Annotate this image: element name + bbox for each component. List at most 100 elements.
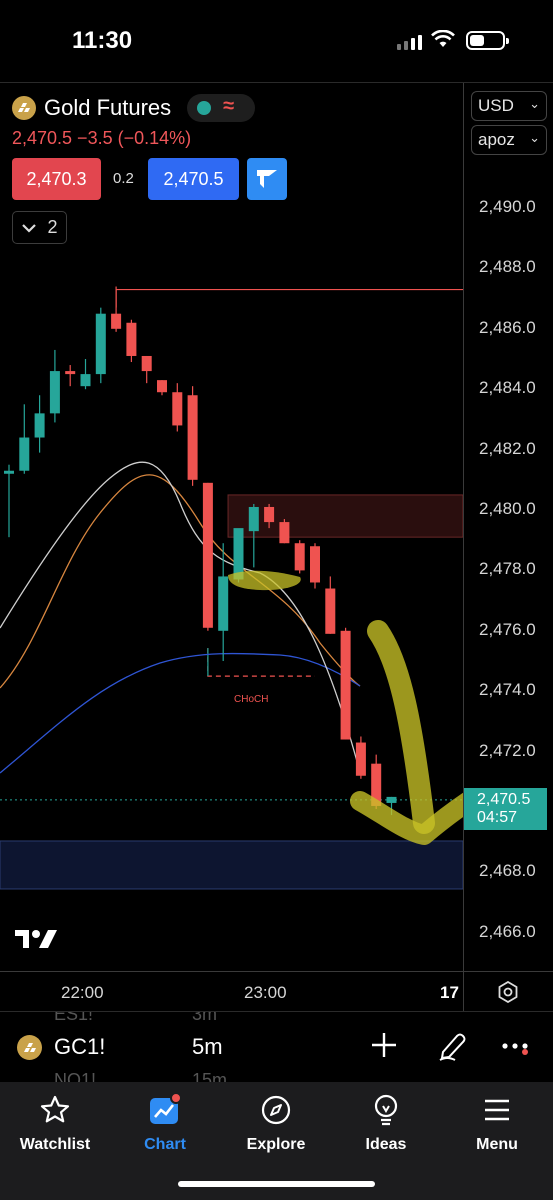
symbol-toolbar: ES1! 3m NQ1! 15m GC1! 5m (0, 1012, 553, 1082)
price-tick-label: 2,488.0 (479, 257, 536, 277)
nav-label: Menu (476, 1136, 518, 1153)
trade-panel-button[interactable] (247, 158, 287, 200)
indicators-collapse-button[interactable]: 2 (12, 211, 67, 244)
ghost-interval-below: 15m (192, 1070, 228, 1082)
arrow-shaft (367, 620, 435, 834)
price-tick-label: 2,486.0 (479, 317, 536, 337)
market-open-icon (197, 101, 212, 115)
chevron-down-icon: ⌄ (529, 130, 540, 145)
star-icon (40, 1095, 70, 1123)
choch-line (207, 648, 315, 677)
candle-body (126, 322, 137, 356)
sell-button[interactable]: 2,470.3 (12, 158, 101, 200)
candle-body (248, 506, 259, 532)
price-tick-label: 2,482.0 (479, 438, 536, 458)
nav-menu[interactable]: Menu (447, 1092, 547, 1154)
candle-body (386, 796, 397, 803)
price-tick-label: 2,478.0 (479, 559, 536, 579)
ema-blue (0, 652, 361, 774)
add-icon[interactable] (369, 1030, 399, 1060)
menu-icon (485, 1099, 509, 1121)
chevron-down-icon: ⌄ (529, 96, 540, 111)
price-tick-label: 2,466.0 (479, 921, 536, 941)
candle-body (34, 413, 45, 438)
symbol-price-change: 2,470.5 −3.5 (−0.14%) (12, 128, 192, 148)
highlight-scribble (228, 570, 301, 591)
nav-ideas[interactable]: Ideas (336, 1092, 436, 1154)
price-tick-label: 2,472.0 (479, 740, 536, 760)
candle-body (355, 742, 366, 776)
currency-value: USD (478, 96, 514, 115)
candle-body (264, 506, 275, 523)
status-bar: 11:30 (0, 0, 553, 82)
drawing-tool-icon[interactable] (437, 1030, 469, 1062)
symbol-selector[interactable]: GC1! (54, 1034, 105, 1060)
chart-pane[interactable]: CHoCH Gold Futures ≈ 2,470.5 −3.5 (−0.14… (0, 83, 463, 971)
nav-label: Ideas (365, 1136, 407, 1153)
nav-label: Explore (246, 1136, 306, 1153)
price-axis[interactable]: USD ⌄ apoz ⌄ 2,490.0 2,488.0 2,486.0 2,484.… (463, 83, 553, 971)
indicators-count: 2 (47, 217, 58, 237)
candle-body (202, 482, 213, 628)
candle-body (325, 588, 336, 634)
battery-icon (466, 31, 509, 50)
tradingview-logo (15, 928, 61, 956)
ghost-symbol-below: NQ1! (54, 1070, 97, 1082)
symbol-header[interactable]: Gold Futures ≈ (12, 93, 256, 123)
candle-body (157, 380, 167, 393)
candle-body (111, 313, 122, 329)
candle-body (187, 395, 198, 480)
market-status-pill[interactable]: ≈ (187, 94, 256, 122)
candle-body (294, 543, 305, 571)
cellular-signal-icon (397, 34, 422, 50)
choch-label: CHoCH (234, 694, 268, 705)
chevron-down-icon (22, 223, 37, 233)
high-level-line (115, 288, 463, 308)
chart-icon (150, 1093, 182, 1124)
symbol-title[interactable]: Gold Futures (44, 95, 171, 121)
bar-countdown: 04:57 (477, 809, 518, 826)
time-axis[interactable]: 22:00 23:00 17 (0, 971, 553, 1012)
status-time: 11:30 (72, 27, 133, 54)
price-tick-label: 2,468.0 (479, 861, 536, 881)
candle-body (95, 313, 106, 375)
demand-zone (0, 840, 463, 890)
price-tick-label: 2,474.0 (479, 680, 536, 700)
current-price: 2,470.5 (477, 791, 531, 808)
scale-value: apoz (478, 130, 515, 149)
price-chart[interactable]: CHoCH (0, 83, 463, 971)
currency-select[interactable]: USD ⌄ (471, 91, 547, 121)
spread-value: 0.2 (113, 170, 134, 187)
nav-explore[interactable]: Explore (226, 1092, 326, 1154)
current-price-label: 2,470.5 04:57 (464, 788, 547, 830)
nav-chart[interactable]: Chart (115, 1092, 215, 1154)
delay-wave-icon: ≈ (223, 95, 235, 117)
price-tick-label: 2,490.0 (479, 197, 536, 216)
more-icon[interactable] (502, 1042, 530, 1056)
home-indicator (178, 1181, 375, 1187)
time-label: 23:00 (244, 983, 287, 1002)
buy-button[interactable]: 2,470.5 (148, 158, 239, 200)
candle-body (172, 392, 183, 426)
nav-label: Watchlist (19, 1136, 91, 1153)
scale-select[interactable]: apoz ⌄ (471, 125, 547, 155)
candle-body (65, 371, 76, 375)
tradingview-logo-icon (257, 170, 277, 188)
wifi-icon (431, 30, 455, 47)
candle-body (340, 630, 351, 740)
interval-selector[interactable]: 5m (192, 1034, 223, 1060)
date-label: 17 (440, 983, 459, 1002)
gold-logo-icon (17, 1035, 42, 1060)
ghost-interval-above: 3m (192, 1012, 218, 1024)
candle-body (279, 522, 290, 544)
nav-watchlist[interactable]: Watchlist (5, 1092, 105, 1154)
divider (463, 972, 464, 1012)
candle-body (19, 437, 30, 471)
price-tick-label: 2,480.0 (479, 499, 536, 518)
nav-label: Chart (144, 1136, 186, 1153)
candle-body (4, 470, 14, 474)
compass-icon (261, 1095, 291, 1125)
settings-icon[interactable] (497, 981, 519, 1003)
price-tick-label: 2,476.0 (479, 619, 536, 639)
candle-body (49, 371, 60, 414)
